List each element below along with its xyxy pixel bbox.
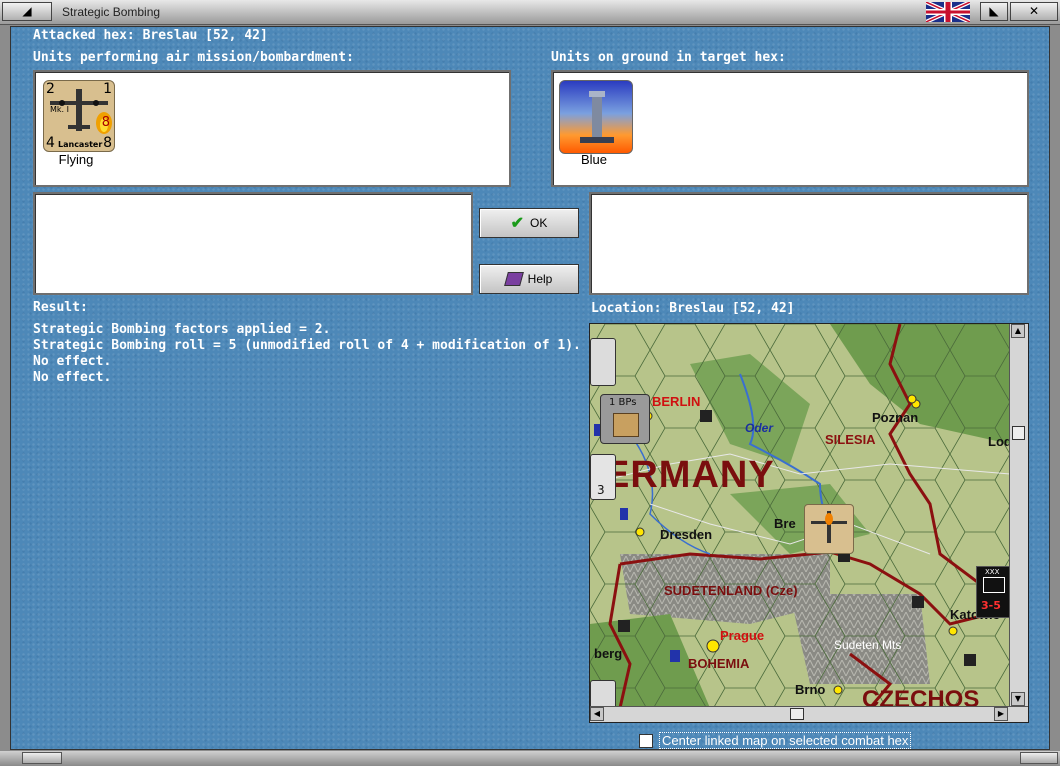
- map-label-berlin: BERLIN: [652, 394, 701, 409]
- corps-strength: 3-5: [981, 599, 1001, 612]
- air-units-label: Units performing air mission/bombardment…: [33, 50, 354, 65]
- map-label-poznan: Poznan: [872, 410, 919, 425]
- map-horizontal-scrollbar[interactable]: ◀ ▶: [590, 706, 1028, 722]
- strategic-value: 8: [101, 115, 110, 130]
- uk-flag-icon[interactable]: [926, 2, 970, 22]
- help-label: Help: [527, 272, 553, 286]
- small-unit-counter[interactable]: 3: [590, 454, 616, 500]
- mark-value: Mk. I: [50, 105, 69, 114]
- resize-grip-right-icon[interactable]: [1020, 752, 1058, 764]
- small-unit-value: 3: [597, 483, 605, 497]
- map-label-prague: Prague: [720, 628, 765, 643]
- restore-button[interactable]: ◣: [980, 2, 1008, 21]
- armor-symbol-icon: [983, 577, 1005, 593]
- ok-button[interactable]: ✔ OK: [479, 208, 579, 238]
- defender-details-panel: [589, 192, 1029, 295]
- defense-value: 4: [46, 135, 55, 151]
- air-units-panel: 2 1 Mk. I 8 4 Lancaster 8 Flying: [33, 70, 511, 187]
- factory-icon: [580, 91, 614, 143]
- map-label-dresden: Dresden: [660, 527, 713, 542]
- result-line-4: No effect.: [33, 370, 112, 385]
- result-line-1: Strategic Bombing factors applied = 2.: [33, 322, 331, 337]
- corps-counter[interactable]: XXX 3-5: [976, 566, 1012, 618]
- bomber-map-icon: [811, 511, 847, 543]
- attacker-details-panel: [33, 192, 473, 295]
- scroll-down-icon[interactable]: ▼: [1011, 692, 1025, 706]
- factory-counter[interactable]: [559, 80, 633, 154]
- crate-icon: [613, 413, 639, 437]
- bp-label: 1 BPs: [609, 397, 637, 408]
- book-icon: [503, 272, 524, 286]
- center-map-label[interactable]: Center linked map on selected combat hex: [659, 732, 912, 749]
- result-line-2: Strategic Bombing roll = 5 (unmodified r…: [33, 338, 581, 353]
- move-value: 8: [103, 135, 112, 151]
- unit-name: Lancaster: [58, 140, 103, 149]
- air-unit-caption: Flying: [58, 152, 94, 167]
- checkmark-icon: ✔: [510, 215, 525, 232]
- title-bar: ◢ Strategic Bombing ◣ ✕: [0, 0, 1060, 25]
- scroll-up-icon[interactable]: ▲: [1011, 324, 1025, 338]
- map-label-germany: ERMANY: [604, 454, 775, 496]
- attack-value: 2: [46, 81, 55, 97]
- lancaster-counter[interactable]: 2 1 Mk. I 8 4 Lancaster 8: [38, 75, 115, 152]
- horizontal-scroll-thumb[interactable]: [790, 708, 804, 720]
- map-label-brno: Brno: [795, 682, 826, 697]
- vertical-scroll-thumb[interactable]: [1012, 426, 1025, 440]
- center-map-checkbox[interactable]: [639, 733, 653, 748]
- window-title: Strategic Bombing: [62, 5, 161, 19]
- minimize-button[interactable]: ◢: [2, 2, 52, 21]
- ground-unit-caption: Blue: [580, 152, 608, 167]
- linked-map[interactable]: BERLIN Oder SILESIA Poznan Lod ERMANY Dr…: [589, 323, 1029, 723]
- bottom-bar: [0, 751, 1060, 766]
- corps-size: XXX: [985, 568, 1000, 576]
- range-value: 1: [103, 81, 112, 97]
- help-button[interactable]: Help: [479, 264, 579, 294]
- dialog-content: Attacked hex: Breslau [52, 42] Units per…: [10, 26, 1050, 750]
- bp-supply-counter[interactable]: 1 BPs: [600, 394, 650, 444]
- location-label: Location: Breslau [52, 42]: [591, 301, 795, 316]
- ground-units-label: Units on ground in target hex:: [551, 50, 786, 65]
- map-label-bohemia: BOHEMIA: [688, 656, 750, 671]
- center-map-checkbox-row[interactable]: Center linked map on selected combat hex: [639, 732, 912, 749]
- result-label: Result:: [33, 300, 88, 315]
- map-canvas: [590, 324, 1010, 708]
- map-label-oder: Oder: [745, 421, 774, 435]
- close-button[interactable]: ✕: [1010, 2, 1058, 21]
- ok-label: OK: [530, 216, 548, 230]
- result-line-3: No effect.: [33, 354, 112, 369]
- scroll-right-icon[interactable]: ▶: [994, 707, 1008, 721]
- map-label-breslau: Bre: [774, 516, 796, 531]
- bomber-map-counter[interactable]: [804, 504, 854, 554]
- attacked-hex-label: Attacked hex: Breslau [52, 42]: [33, 28, 268, 43]
- fighter-counter-top[interactable]: [590, 338, 616, 386]
- ground-units-panel: Blue: [551, 70, 1029, 187]
- map-label-sudeten-mts: Sudeten Mts: [834, 638, 902, 652]
- map-label-sudetenland: SUDETENLAND (Cze): [664, 583, 798, 598]
- resize-grip-icon[interactable]: [22, 752, 62, 764]
- map-label-berg: berg: [594, 646, 623, 661]
- map-vertical-scrollbar[interactable]: ▲ ▼: [1009, 324, 1028, 708]
- scroll-left-icon[interactable]: ◀: [590, 707, 604, 721]
- map-label-silesia: SILESIA: [825, 432, 876, 447]
- window-frame: ◢ Strategic Bombing ◣ ✕ Attacked hex: Br…: [0, 0, 1060, 766]
